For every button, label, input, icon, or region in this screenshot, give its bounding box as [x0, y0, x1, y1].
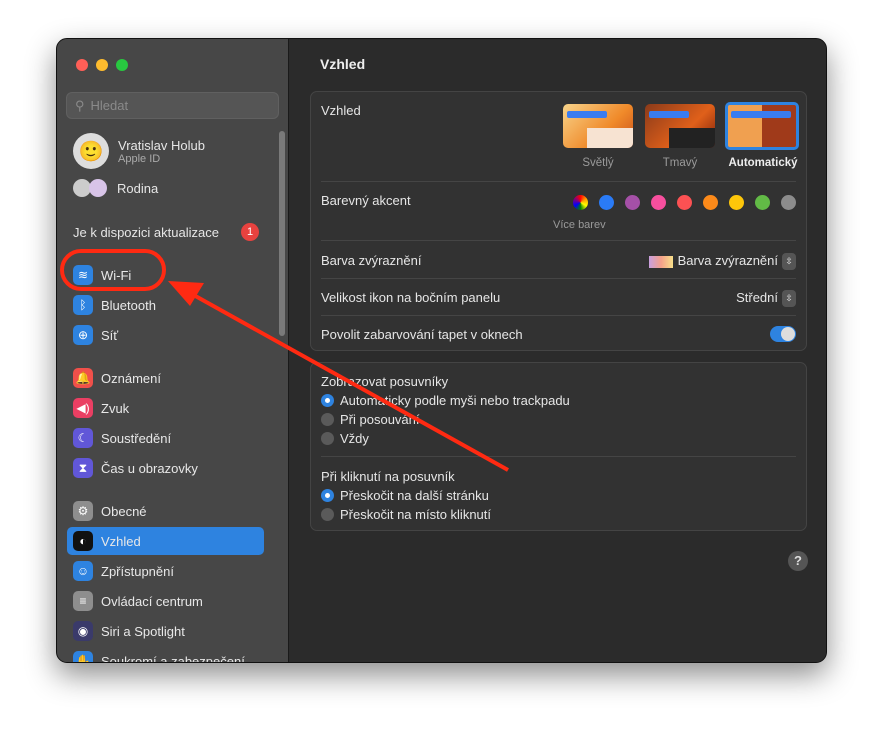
sidebar: ⚲ Hledat 🙂 Vratislav Holub Apple ID Rodina… — [57, 39, 289, 662]
highlight-label: Barva zvýraznění — [321, 253, 422, 268]
sidebar-item-speaker[interactable]: ◀) Zvuk — [67, 394, 264, 422]
page-title: Vzhled — [320, 56, 366, 72]
close-button[interactable] — [76, 59, 88, 71]
scrollbars-scrolling-radio[interactable]: Při posouvání — [321, 412, 420, 427]
icon-size-select[interactable]: Střední ⇳ — [736, 290, 796, 308]
theme-dark-option[interactable] — [645, 104, 715, 148]
scrollbars-always-radio[interactable]: Vždy — [321, 431, 369, 446]
sidebar-item-label: Ovládací centrum — [101, 593, 203, 609]
theme-auto-option[interactable] — [725, 102, 799, 150]
speaker-icon: ◀) — [73, 398, 93, 418]
sidebar-item-label: Síť — [101, 327, 119, 343]
search-icon: ⚲ — [75, 97, 85, 113]
accent-color-swatch[interactable] — [625, 195, 640, 210]
accent-color-swatch[interactable] — [703, 195, 718, 210]
stepper-icon: ⇳ — [782, 290, 796, 308]
sidebar-item-control-center[interactable]: ≡ Ovládací centrum — [67, 587, 264, 615]
appearance-icon: ◐ — [73, 531, 93, 551]
gear-icon: ⚙ — [73, 501, 93, 521]
content-pane: Vzhled Vzhled Světlý Tmavý Automatický B… — [290, 39, 826, 662]
help-button[interactable]: ? — [788, 551, 808, 571]
scrollbars-auto-radio[interactable]: Automaticky podle myši nebo trackpadu — [321, 393, 570, 408]
settings-window: ⚲ Hledat 🙂 Vratislav Holub Apple ID Rodina… — [56, 38, 827, 663]
update-badge: 1 — [241, 223, 259, 241]
update-item[interactable]: Je k dispozici aktualizace 1 — [73, 223, 259, 241]
sidebar-item-label: Oznámení — [101, 370, 161, 386]
wallpaper-tint-label: Povolit zabarvování tapet v oknech — [321, 327, 523, 342]
accent-color-swatch[interactable] — [677, 195, 692, 210]
accessibility-icon: ☺ — [73, 561, 93, 581]
wallpaper-tint-toggle[interactable] — [770, 326, 796, 342]
wifi-icon: ≋ — [73, 265, 93, 285]
sidebar-item-label: Obecné — [101, 503, 147, 519]
accent-more-label: Více barev — [553, 219, 606, 231]
appearance-group: Vzhled Světlý Tmavý Automatický Barevný … — [310, 91, 807, 351]
sidebar-item-appearance[interactable]: ◐ Vzhled — [67, 527, 264, 555]
sidebar-item-bluetooth[interactable]: ᛒ Bluetooth — [67, 291, 264, 319]
icon-size-label: Velikost ikon na bočním panelu — [321, 290, 501, 305]
accent-color-swatch[interactable] — [599, 195, 614, 210]
sidebar-item-bell[interactable]: 🔔 Oznámení — [67, 364, 264, 392]
stepper-icon: ⇳ — [782, 253, 796, 271]
highlight-select[interactable]: Barva zvýraznění ⇳ — [648, 253, 796, 271]
siri-icon: ◉ — [73, 621, 93, 641]
sidebar-item-label: Soukromí a zabezpečení — [101, 653, 245, 663]
user-name: Vratislav Holub — [118, 137, 205, 153]
accent-color-swatch[interactable] — [781, 195, 796, 210]
bell-icon: 🔔 — [73, 368, 93, 388]
click-next-page-radio[interactable]: Přeskočit na další stránku — [321, 488, 489, 503]
search-input[interactable]: ⚲ Hledat — [66, 92, 279, 119]
sidebar-item-moon[interactable]: ☾ Soustředění — [67, 424, 264, 452]
hand-icon: ✋ — [73, 651, 93, 662]
sidebar-item-label: Čas u obrazovky — [101, 460, 198, 476]
highlight-swatch — [648, 255, 673, 268]
scrollbars-label: Zobrazovat posuvníky — [321, 374, 449, 389]
user-subtitle: Apple ID — [118, 152, 161, 165]
click-spot-radio[interactable]: Přeskočit na místo kliknutí — [321, 507, 491, 522]
accent-color-swatch[interactable] — [651, 195, 666, 210]
scrollbar-group: Zobrazovat posuvníky Automaticky podle m… — [310, 362, 807, 531]
sidebar-item-wifi[interactable]: ≋ Wi-Fi — [67, 261, 264, 289]
moon-icon: ☾ — [73, 428, 93, 448]
theme-auto-label: Automatický — [728, 157, 798, 169]
sidebar-item-siri[interactable]: ◉ Siri a Spotlight — [67, 617, 264, 645]
accent-color-swatch[interactable] — [755, 195, 770, 210]
sidebar-item-gear[interactable]: ⚙ Obecné — [67, 497, 264, 525]
theme-light-label: Světlý — [582, 157, 614, 169]
family-item[interactable]: Rodina — [73, 179, 158, 197]
family-avatars — [73, 179, 109, 197]
theme-dark-label: Tmavý — [662, 157, 698, 169]
avatar: 🙂 — [73, 133, 109, 169]
sidebar-scrollbar[interactable] — [279, 131, 285, 336]
sidebar-item-label: Vzhled — [101, 533, 141, 549]
sidebar-item-label: Bluetooth — [101, 297, 156, 313]
sidebar-item-label: Wi-Fi — [101, 267, 132, 283]
accent-label: Barevný akcent — [321, 193, 411, 208]
bluetooth-icon: ᛒ — [73, 295, 93, 315]
globe-icon: ⊕ — [73, 325, 93, 345]
sidebar-item-label: Siri a Spotlight — [101, 623, 185, 639]
sidebar-item-globe[interactable]: ⊕ Síť — [67, 321, 264, 349]
click-label: Při kliknutí na posuvník — [321, 469, 455, 484]
theme-light-option[interactable] — [563, 104, 633, 148]
sidebar-item-hand[interactable]: ✋ Soukromí a zabezpečení — [67, 647, 264, 663]
minimize-button[interactable] — [96, 59, 108, 71]
apple-id-item[interactable]: 🙂 Vratislav Holub Apple ID — [73, 133, 205, 169]
sidebar-item-label: Zpřístupnění — [101, 563, 174, 579]
control-center-icon: ≡ — [73, 591, 93, 611]
accent-multicolor[interactable] — [573, 195, 588, 210]
zoom-button[interactable] — [116, 59, 128, 71]
hourglass-icon: ⧗ — [73, 458, 93, 478]
sidebar-item-label: Soustředění — [101, 430, 172, 446]
sidebar-item-hourglass[interactable]: ⧗ Čas u obrazovky — [67, 454, 264, 482]
sidebar-item-accessibility[interactable]: ☺ Zpřístupnění — [67, 557, 264, 585]
accent-color-swatch[interactable] — [729, 195, 744, 210]
sidebar-item-label: Zvuk — [101, 400, 130, 416]
